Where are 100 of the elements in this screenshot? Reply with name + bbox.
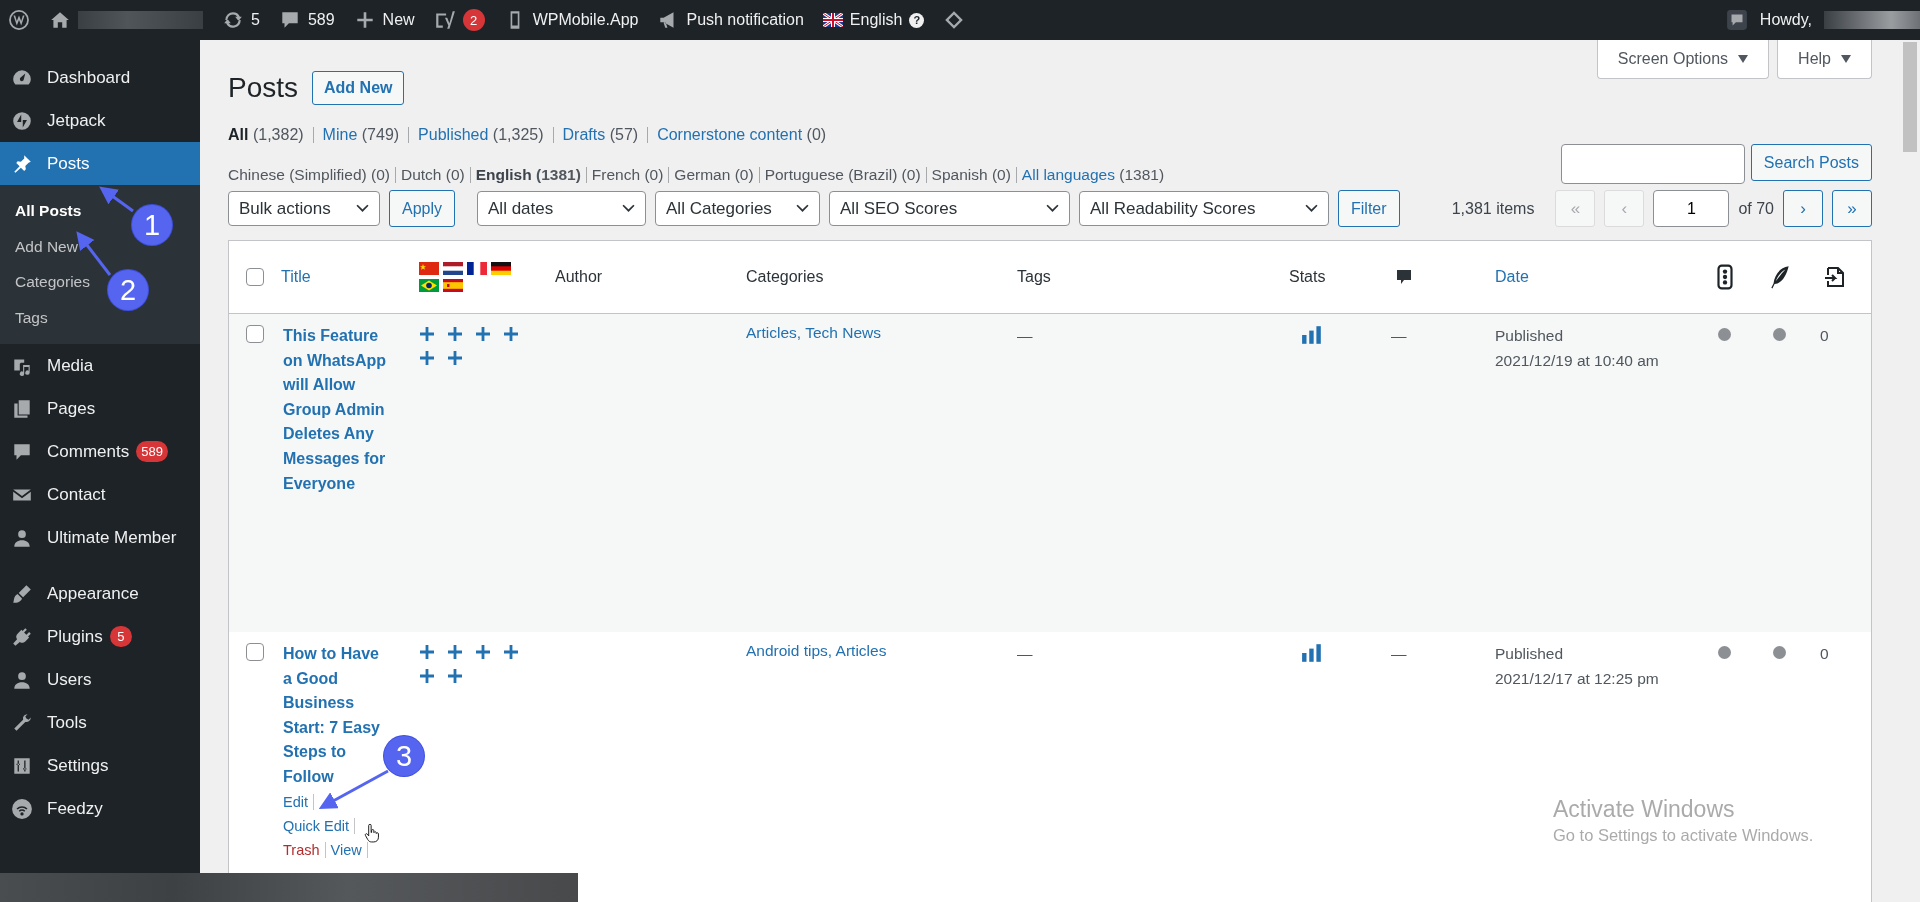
status-filter-link[interactable]: Drafts (57) bbox=[562, 126, 639, 144]
language-filter[interactable]: French (0) bbox=[591, 166, 664, 184]
add-translation-icon[interactable] bbox=[447, 668, 463, 684]
table-cell-text: 0 bbox=[1820, 644, 1830, 664]
updates-menu[interactable]: 5 bbox=[251, 11, 260, 29]
table-cell-text: — bbox=[1017, 644, 1034, 664]
greeting[interactable]: Howdy, bbox=[1759, 11, 1812, 29]
add-new-button[interactable]: Add New bbox=[312, 71, 405, 105]
column-header: Tags bbox=[1017, 268, 1051, 286]
category-links[interactable]: Articles, Tech News bbox=[746, 324, 1005, 342]
language-filter[interactable]: Spanish (0) bbox=[931, 166, 1011, 184]
row-action-link[interactable]: Quick Edit bbox=[283, 817, 356, 834]
filter-dropdown[interactable]: All Readability Scores bbox=[1079, 191, 1330, 226]
language-filter[interactable]: Dutch (0) bbox=[400, 166, 465, 184]
language-filter[interactable]: German (0) bbox=[674, 166, 754, 184]
push-menu[interactable]: Push notification bbox=[686, 11, 804, 29]
language-filter[interactable]: Portuguese (Brazil) (0) bbox=[764, 166, 921, 184]
filter-dropdown[interactable]: All SEO Scores bbox=[829, 191, 1071, 226]
bulk-actions-dropdown[interactable]: Bulk actions bbox=[228, 191, 380, 226]
flag-icon bbox=[419, 262, 439, 275]
comment-icon[interactable] bbox=[1725, 9, 1748, 31]
plug-icon bbox=[11, 625, 33, 648]
table-cell-text: 0 bbox=[1820, 326, 1830, 346]
logo-icon[interactable] bbox=[8, 9, 30, 31]
menu-item[interactable]: Media bbox=[0, 344, 200, 387]
help-button[interactable]: Help bbox=[1777, 40, 1872, 79]
menu-item[interactable]: Contact bbox=[0, 473, 200, 516]
submenu-item[interactable]: Categories bbox=[15, 264, 90, 300]
submenu-item[interactable]: All Posts bbox=[15, 193, 82, 229]
language-filter[interactable]: Chinese (Simplified) (0) bbox=[228, 166, 390, 184]
language-filter[interactable]: English (1381) bbox=[475, 166, 581, 184]
category-links[interactable]: Android tips, Articles bbox=[746, 642, 1005, 660]
post-title-link[interactable]: This Feature on WhatsApp will Allow Group Admin Deletes Any Messages for Everyone bbox=[281, 324, 391, 497]
flag-icon bbox=[419, 279, 439, 292]
bar-chart-icon[interactable] bbox=[1301, 642, 1323, 664]
search-field[interactable] bbox=[1560, 144, 1745, 184]
column-header-link[interactable]: Date bbox=[1495, 268, 1529, 286]
row-checkbox[interactable] bbox=[246, 325, 264, 343]
table-cell-text: — bbox=[1391, 644, 1408, 664]
screen-options-button[interactable]: Screen Options bbox=[1596, 40, 1770, 79]
bar-chart-icon[interactable] bbox=[1301, 324, 1323, 346]
add-translation-icon[interactable] bbox=[419, 668, 435, 684]
status-filter-link[interactable]: Mine (749) bbox=[322, 126, 400, 144]
language-filter[interactable]: All languages (1381) bbox=[1021, 166, 1165, 184]
menu-item[interactable]: Pages bbox=[0, 387, 200, 430]
add-translation-icon[interactable] bbox=[503, 644, 519, 660]
page-total: of 70 bbox=[1738, 199, 1774, 218]
menu-item[interactable]: Comments 589 bbox=[0, 430, 200, 473]
search-button[interactable]: Search Posts bbox=[1750, 144, 1872, 181]
wrench-icon bbox=[11, 711, 33, 734]
status-filter-link[interactable]: Cornerstone content (0) bbox=[657, 126, 827, 144]
menu-item[interactable]: Settings bbox=[0, 744, 200, 787]
help-icon[interactable]: ? bbox=[909, 12, 925, 28]
submenu-item[interactable]: Tags bbox=[15, 299, 48, 335]
submenu-item[interactable]: Add New bbox=[15, 228, 78, 264]
select-all-checkbox[interactable] bbox=[246, 268, 264, 286]
menu-item[interactable]: Appearance bbox=[0, 572, 200, 615]
status-dot bbox=[1718, 328, 1731, 341]
filter-dropdown[interactable]: All dates bbox=[477, 191, 647, 226]
menu-item[interactable]: Ultimate Member bbox=[0, 516, 200, 559]
menu-item[interactable]: Feedzy bbox=[0, 787, 200, 830]
column-header-link[interactable]: Title bbox=[281, 268, 311, 286]
add-translation-icon[interactable] bbox=[419, 644, 435, 660]
chevron-icon bbox=[356, 204, 369, 213]
comments-menu[interactable]: 589 bbox=[307, 11, 335, 29]
add-translation-icon[interactable] bbox=[419, 326, 435, 342]
filter-dropdown[interactable]: All Categories bbox=[655, 191, 821, 226]
apply-button[interactable]: Apply bbox=[389, 190, 456, 227]
status-filter-link[interactable]: Published (1,325) bbox=[418, 126, 544, 144]
table-cell-text: — bbox=[1017, 326, 1034, 346]
menu-item[interactable]: Tools bbox=[0, 701, 200, 744]
wifi-icon bbox=[11, 797, 33, 820]
add-translation-icon[interactable] bbox=[503, 326, 519, 342]
new-menu[interactable]: New bbox=[382, 11, 415, 29]
menu-item[interactable]: Posts bbox=[0, 142, 200, 185]
row-checkbox[interactable] bbox=[246, 643, 264, 661]
status-filter-link[interactable]: All (1,382) bbox=[228, 126, 304, 144]
menu-item[interactable]: Jetpack bbox=[0, 99, 200, 142]
page-number-field[interactable]: 1 bbox=[1653, 190, 1730, 227]
column-header: Stats bbox=[1289, 268, 1326, 286]
add-translation-icon[interactable] bbox=[475, 326, 491, 342]
chevron-icon bbox=[1305, 204, 1319, 213]
row-action-link[interactable]: Trash bbox=[283, 841, 326, 858]
add-translation-icon[interactable] bbox=[475, 644, 491, 660]
add-translation-icon[interactable] bbox=[419, 350, 435, 366]
add-translation-icon[interactable] bbox=[447, 326, 463, 342]
page-button[interactable]: » bbox=[1832, 190, 1872, 227]
menu-item[interactable]: Plugins 5 bbox=[0, 615, 200, 658]
filter-button[interactable]: Filter bbox=[1338, 190, 1400, 227]
row-action-link[interactable]: View bbox=[330, 841, 368, 858]
menu-item[interactable]: Dashboard bbox=[0, 56, 200, 99]
add-translation-icon[interactable] bbox=[447, 644, 463, 660]
feather-icon bbox=[1768, 264, 1792, 290]
app-menu[interactable]: WPMobile.App bbox=[532, 11, 639, 29]
language-menu[interactable]: English bbox=[849, 11, 903, 29]
menu-item[interactable]: Users bbox=[0, 658, 200, 701]
refresh-icon[interactable] bbox=[222, 9, 244, 31]
add-translation-icon[interactable] bbox=[447, 350, 463, 366]
page-button[interactable]: › bbox=[1783, 190, 1823, 227]
row-action-link[interactable]: Edit bbox=[283, 793, 314, 810]
